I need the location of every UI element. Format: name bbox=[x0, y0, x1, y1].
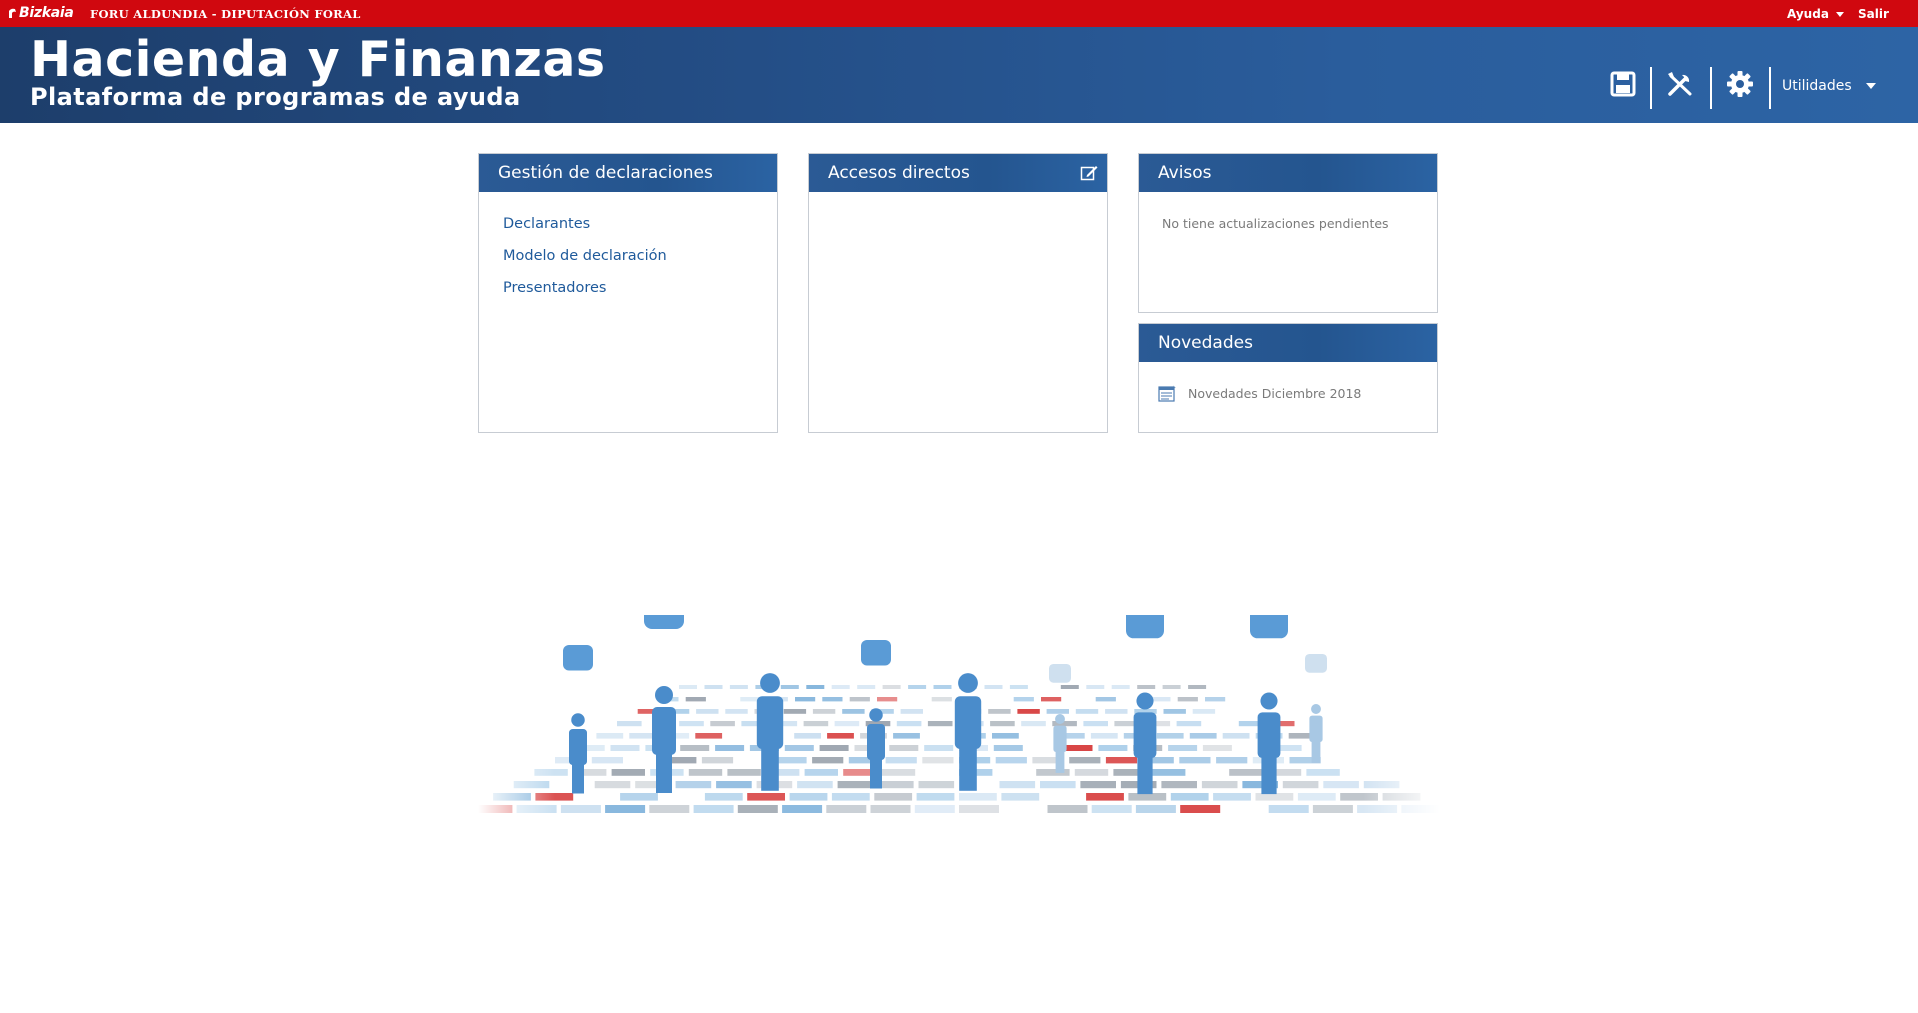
header-divider bbox=[1650, 67, 1652, 109]
declarations-links: Declarantes Modelo de declaración Presen… bbox=[479, 192, 777, 306]
chevron-down-icon bbox=[1865, 83, 1876, 89]
tools-icon[interactable] bbox=[1665, 69, 1695, 99]
page-subtitle: Plataforma de programas de ayuda bbox=[30, 83, 521, 111]
app-header: Hacienda y Finanzas Plataforma de progra… bbox=[0, 27, 1918, 123]
edit-icon[interactable] bbox=[1080, 164, 1098, 182]
logo-mark-icon bbox=[9, 8, 16, 18]
header-divider bbox=[1769, 67, 1771, 109]
logo-text: Bizkaia bbox=[19, 5, 74, 21]
link-presentadores[interactable]: Presentadores bbox=[503, 274, 777, 306]
link-modelo-declaracion[interactable]: Modelo de declaración bbox=[503, 242, 777, 274]
gear-icon[interactable] bbox=[1725, 69, 1755, 99]
org-name: FORU ALDUNDIA - DIPUTACIÓN FORAL bbox=[90, 7, 361, 21]
shortcuts-panel: Accesos directos bbox=[808, 153, 1108, 433]
notices-text: No tiene actualizaciones pendientes bbox=[1162, 216, 1389, 231]
news-doc-icon bbox=[1158, 385, 1176, 402]
help-menu[interactable]: Ayuda bbox=[1787, 7, 1844, 21]
news-panel: Novedades Novedades Diciembre 2018 bbox=[1138, 323, 1438, 433]
bizkaia-logo[interactable]: Bizkaia bbox=[8, 5, 74, 21]
panel-title: Novedades bbox=[1139, 324, 1437, 362]
utilities-menu[interactable]: Utilidades bbox=[1782, 78, 1876, 94]
panel-title: Accesos directos bbox=[828, 163, 970, 183]
exit-link[interactable]: Salir bbox=[1858, 7, 1889, 21]
panel-title: Avisos bbox=[1139, 154, 1437, 192]
utilities-label: Utilidades bbox=[1782, 78, 1852, 94]
people-network-illustration bbox=[478, 615, 1440, 825]
panel-header: Accesos directos bbox=[809, 154, 1107, 192]
news-item[interactable]: Novedades Diciembre 2018 bbox=[1139, 362, 1437, 403]
panel-title: Gestión de declaraciones bbox=[479, 154, 777, 192]
link-declarantes[interactable]: Declarantes bbox=[503, 210, 777, 242]
notices-panel: Avisos No tiene actualizaciones pendient… bbox=[1138, 153, 1438, 313]
top-bar: Bizkaia FORU ALDUNDIA - DIPUTACIÓN FORAL… bbox=[0, 0, 1918, 27]
help-label: Ayuda bbox=[1787, 7, 1829, 21]
page-title: Hacienda y Finanzas bbox=[30, 31, 606, 88]
declarations-panel: Gestión de declaraciones Declarantes Mod… bbox=[478, 153, 778, 433]
header-divider bbox=[1710, 67, 1712, 109]
news-item-label: Novedades Diciembre 2018 bbox=[1188, 386, 1362, 401]
chevron-down-icon bbox=[1835, 12, 1844, 17]
save-icon[interactable] bbox=[1608, 69, 1638, 99]
